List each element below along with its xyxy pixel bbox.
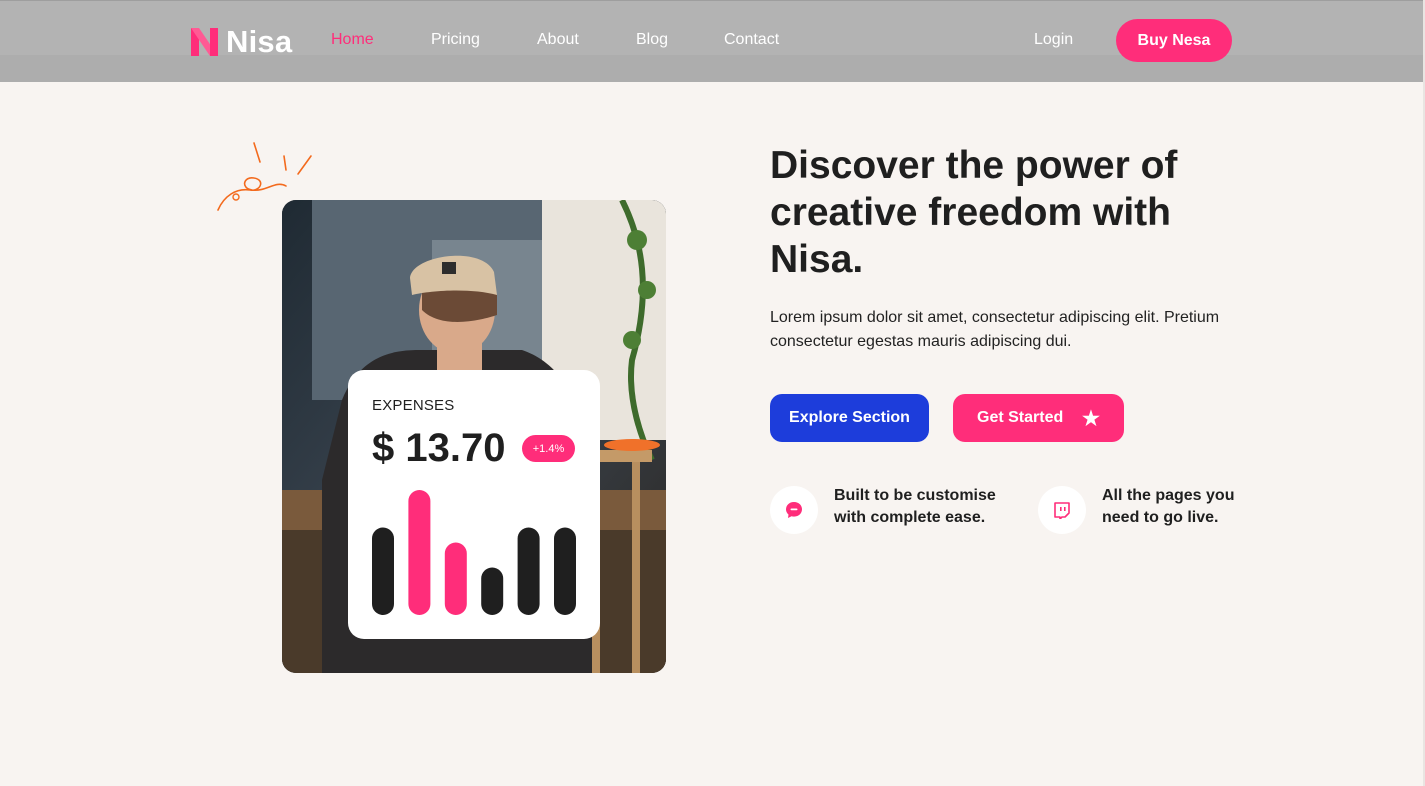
feature-pages-text: All the pages you need to go live. (1102, 487, 1235, 526)
buy-button[interactable]: Buy Nesa (1116, 19, 1232, 62)
nav-about[interactable]: About (537, 31, 579, 49)
hero-description: Lorem ipsum dolor sit amet, consectetur … (770, 309, 1220, 350)
expenses-label: EXPENSES (372, 397, 455, 414)
expense-bar (554, 527, 576, 615)
change-badge: +1.4% (522, 435, 575, 462)
login-link[interactable]: Login (1034, 31, 1073, 49)
star-icon: ★ (1082, 408, 1100, 430)
hero-title: Discover the power of creative freedom w… (770, 144, 1178, 281)
expense-bar (444, 542, 467, 615)
nav-contact[interactable]: Contact (724, 31, 779, 49)
nav-home[interactable]: Home (331, 31, 374, 49)
get-started-label: Get Started (977, 409, 1064, 426)
nav-blog[interactable]: Blog (636, 31, 668, 49)
nav-pricing[interactable]: Pricing (431, 31, 480, 49)
expense-bar (517, 527, 540, 615)
expenses-card: EXPENSES $ 13.70 +1.4% (348, 370, 600, 639)
explore-section-button[interactable]: Explore Section (770, 394, 929, 442)
chat-bubble-icon (770, 486, 818, 534)
expense-bar (372, 527, 394, 615)
logo-mark-icon (191, 28, 218, 56)
expense-bar (481, 567, 504, 615)
expense-bar (408, 490, 431, 615)
logo-text: Nisa (226, 24, 293, 59)
get-started-button[interactable]: Get Started ★ (953, 394, 1124, 442)
expenses-amount: $ 13.70 (372, 426, 506, 470)
logo[interactable]: Nisa (191, 24, 292, 60)
feature-customise-text: Built to be customise with complete ease… (834, 487, 996, 526)
expenses-bar-chart (372, 490, 576, 615)
twitch-icon (1038, 486, 1086, 534)
